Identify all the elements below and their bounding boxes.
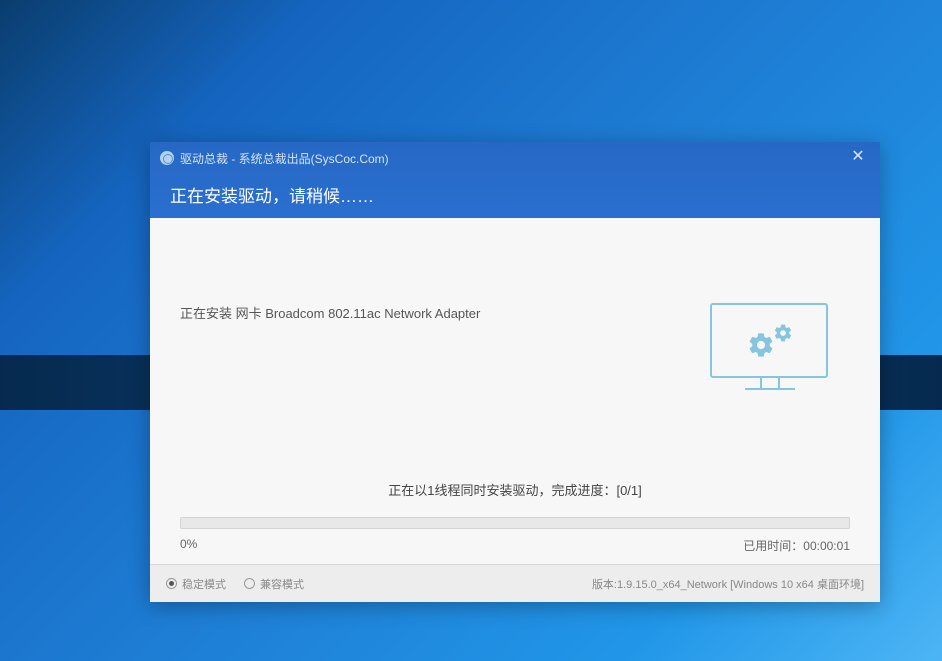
window-title: 驱动总裁 - 系统总裁出品(SysCoc.Com): [180, 150, 389, 167]
version-text: 版本:1.9.15.0_x64_Network [Windows 10 x64 …: [592, 576, 864, 592]
app-icon: [160, 151, 174, 165]
progress-bar: [180, 517, 850, 529]
header-status-text: 正在安装驱动，请稍候……: [150, 168, 880, 207]
close-button[interactable]: ✕: [846, 148, 870, 168]
gear-icon: [773, 323, 793, 343]
dialog-body: 正在安装 网卡 Broadcom 802.11ac Network Adapte…: [150, 218, 880, 564]
dialog-footer: 稳定模式 兼容模式 版本:1.9.15.0_x64_Network [Windo…: [150, 564, 880, 602]
gear-icon: [747, 331, 775, 359]
titlebar: 驱动总裁 - 系统总裁出品(SysCoc.Com) ✕: [150, 142, 880, 168]
radio-circle-icon: [244, 578, 255, 589]
radio-compat-mode[interactable]: 兼容模式: [244, 576, 304, 592]
footer-left: 稳定模式 兼容模式: [166, 576, 304, 592]
progress-percent: 0%: [180, 537, 197, 554]
progress-section: 正在以1线程同时安装驱动，完成进度：[0/1] 0% 已用时间：00:00:01: [180, 480, 850, 554]
radio-stable-mode[interactable]: 稳定模式: [166, 576, 226, 592]
driver-install-dialog: 驱动总裁 - 系统总裁出品(SysCoc.Com) ✕ 正在安装驱动，请稍候………: [150, 142, 880, 602]
radio-circle-icon: [166, 578, 177, 589]
titlebar-left: 驱动总裁 - 系统总裁出品(SysCoc.Com): [160, 150, 389, 167]
elapsed-time: 已用时间：00:00:01: [743, 537, 850, 554]
radio-label: 兼容模式: [260, 576, 304, 592]
progress-info: 0% 已用时间：00:00:01: [180, 537, 850, 554]
current-install-text: 正在安装 网卡 Broadcom 802.11ac Network Adapte…: [180, 303, 680, 322]
monitor-gears-icon: [710, 303, 830, 403]
install-row: 正在安装 网卡 Broadcom 802.11ac Network Adapte…: [180, 303, 850, 403]
radio-label: 稳定模式: [182, 576, 226, 592]
thread-progress-text: 正在以1线程同时安装驱动，完成进度：[0/1]: [180, 480, 850, 499]
dialog-header: 驱动总裁 - 系统总裁出品(SysCoc.Com) ✕ 正在安装驱动，请稍候……: [150, 142, 880, 218]
